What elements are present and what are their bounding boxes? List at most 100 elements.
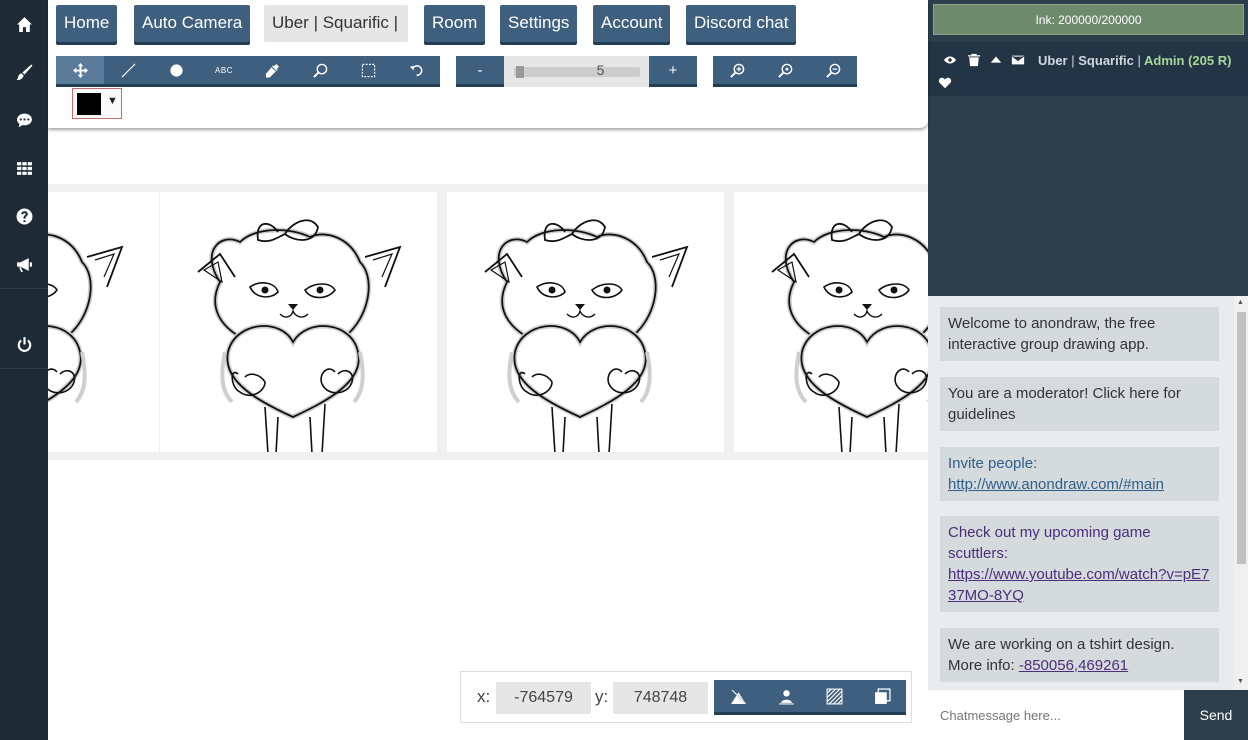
chat-message-game: Check out my upcoming game scuttlers: ht…	[940, 516, 1219, 612]
chat-message-prefix: Invite people:	[948, 455, 1038, 472]
cat-drawing-1	[48, 192, 159, 452]
picker-tool-button[interactable]	[248, 56, 296, 84]
heart-icon[interactable]	[938, 76, 952, 90]
help-icon[interactable]	[0, 192, 48, 240]
drawing-canvas[interactable]	[48, 128, 928, 740]
magnifier-icon	[312, 63, 327, 78]
youtube-link[interactable]: https://www.youtube.com/watch?v=pE737MO-…	[948, 564, 1211, 606]
canvas-mode-buttons	[714, 680, 906, 715]
brush-size-increase-button[interactable]: +	[649, 56, 697, 87]
scroll-up-arrow-icon[interactable]: ▲	[1237, 299, 1244, 306]
auto-camera-button[interactable]: Auto Camera	[134, 5, 251, 42]
user-name-part1: Uber	[1038, 53, 1068, 68]
zoom-tool-button[interactable]	[296, 56, 344, 84]
user-name-part2: Squarific	[1078, 53, 1134, 68]
person-marker-icon	[778, 689, 794, 704]
scroll-down-arrow-icon[interactable]: ▼	[1237, 678, 1244, 685]
zoom-out-icon	[825, 63, 840, 78]
chat-bubble-icon[interactable]	[0, 96, 48, 144]
chat-message-text: You are a moderator! Click here for guid…	[948, 385, 1181, 423]
megaphone-icon[interactable]	[0, 240, 48, 288]
coordinates-link[interactable]: -850056,469261	[1019, 657, 1128, 674]
layers-button[interactable]	[858, 680, 906, 712]
move-tool-button[interactable]	[56, 56, 104, 84]
chat-log: Welcome to anondraw, the free interactiv…	[928, 296, 1248, 690]
power-icon[interactable]	[0, 320, 48, 368]
drawing-panel-4	[734, 192, 928, 452]
upvote-arrow-icon[interactable]	[989, 53, 1003, 67]
brush-icon[interactable]	[0, 48, 48, 96]
grid-icon[interactable]	[0, 144, 48, 192]
grid-perspective-button[interactable]	[714, 680, 762, 712]
brush-tool-button[interactable]	[152, 56, 200, 84]
cat-drawing-2	[160, 192, 437, 452]
left-nav	[0, 0, 48, 740]
user-name-separator1: |	[1071, 53, 1075, 68]
undo-button[interactable]	[392, 56, 440, 84]
player-marker-button[interactable]	[762, 680, 810, 712]
trash-icon[interactable]	[967, 53, 981, 67]
room-name-button[interactable]: Uber | Squarific |	[264, 5, 408, 42]
x-label: x:	[477, 687, 491, 706]
coordinates-bar: x: -764579 y: 748748	[460, 671, 912, 723]
zoom-reset-button[interactable]	[761, 56, 809, 84]
chat-input-row: Send	[928, 690, 1248, 740]
chat-message-input[interactable]	[928, 690, 1184, 740]
zoom-out-button[interactable]	[809, 56, 857, 84]
cat-drawing-4	[734, 192, 928, 452]
envelope-icon[interactable]	[1011, 53, 1025, 67]
top-toolbar-panel: Home Auto Camera Uber | Squarific | Room…	[48, 0, 928, 128]
scrollbar-thumb[interactable]	[1237, 312, 1246, 564]
hatch-pattern-icon	[826, 688, 842, 704]
user-role: Admin (205 R)	[1144, 53, 1232, 68]
drawing-panel-1	[48, 192, 159, 452]
color-picker[interactable]: ▼	[72, 88, 122, 119]
color-dropdown-arrow-icon[interactable]: ▼	[107, 95, 118, 107]
brush-size-decrease-button[interactable]: -	[456, 56, 504, 87]
room-button[interactable]: Room	[424, 5, 486, 42]
zoom-tools-bar	[713, 56, 857, 87]
zoom-reset-icon	[777, 63, 792, 78]
x-coordinate-input[interactable]: -764579	[496, 682, 591, 714]
drawing-panel-3	[447, 192, 724, 452]
select-tool-button[interactable]	[344, 56, 392, 84]
discord-chat-button[interactable]: Discord chat	[686, 5, 797, 42]
left-nav-group-bottom	[0, 320, 48, 369]
drawing-tools-bar: ABC	[56, 56, 440, 87]
zoom-in-icon	[729, 63, 744, 78]
user-name[interactable]: Uber | Squarific | Admin (205 R)	[1038, 53, 1231, 68]
selection-icon	[361, 63, 375, 77]
chat-message-invite: Invite people: http://www.anondraw.com/#…	[940, 447, 1219, 501]
y-coordinate-input[interactable]: 748748	[613, 682, 708, 714]
chat-scrollbar[interactable]: ▲ ▼	[1234, 296, 1248, 690]
current-color-swatch	[77, 93, 101, 115]
zoom-in-button[interactable]	[713, 56, 761, 84]
layers-icon	[874, 687, 891, 704]
line-icon	[121, 63, 135, 77]
chat-message-text: Welcome to anondraw, the free interactiv…	[948, 315, 1156, 353]
ink-meter: Ink: 200000/200000	[933, 4, 1244, 35]
invite-link[interactable]: http://www.anondraw.com/#main	[948, 474, 1211, 495]
user-list-row: Uber | Squarific | Admin (205 R)	[928, 42, 1248, 96]
user-name-separator2: |	[1137, 53, 1141, 68]
pattern-toggle-button[interactable]	[810, 680, 858, 712]
right-sidebar: Ink: 200000/200000 Uber | Squarific | Ad…	[928, 0, 1248, 740]
chat-message-prefix: Check out my upcoming game scuttlers:	[948, 524, 1151, 562]
eyedropper-icon	[265, 63, 279, 78]
y-label: y:	[595, 687, 609, 706]
move-icon	[72, 62, 88, 78]
text-tool-label: ABC	[215, 65, 233, 75]
eye-icon[interactable]	[943, 53, 957, 67]
settings-button[interactable]: Settings	[500, 5, 578, 42]
chat-message-tshirt: We are working on a tshirt design. More …	[940, 628, 1219, 682]
text-tool-button[interactable]: ABC	[200, 56, 248, 84]
home-button[interactable]: Home	[56, 5, 118, 42]
chat-message-moderator[interactable]: You are a moderator! Click here for guid…	[940, 377, 1219, 431]
cat-drawing-3	[447, 192, 724, 452]
line-tool-button[interactable]	[104, 56, 152, 84]
left-nav-group-main	[0, 0, 48, 289]
send-button[interactable]: Send	[1184, 690, 1248, 740]
home-icon[interactable]	[0, 0, 48, 48]
perspective-icon	[730, 689, 746, 704]
account-button[interactable]: Account	[593, 5, 671, 42]
